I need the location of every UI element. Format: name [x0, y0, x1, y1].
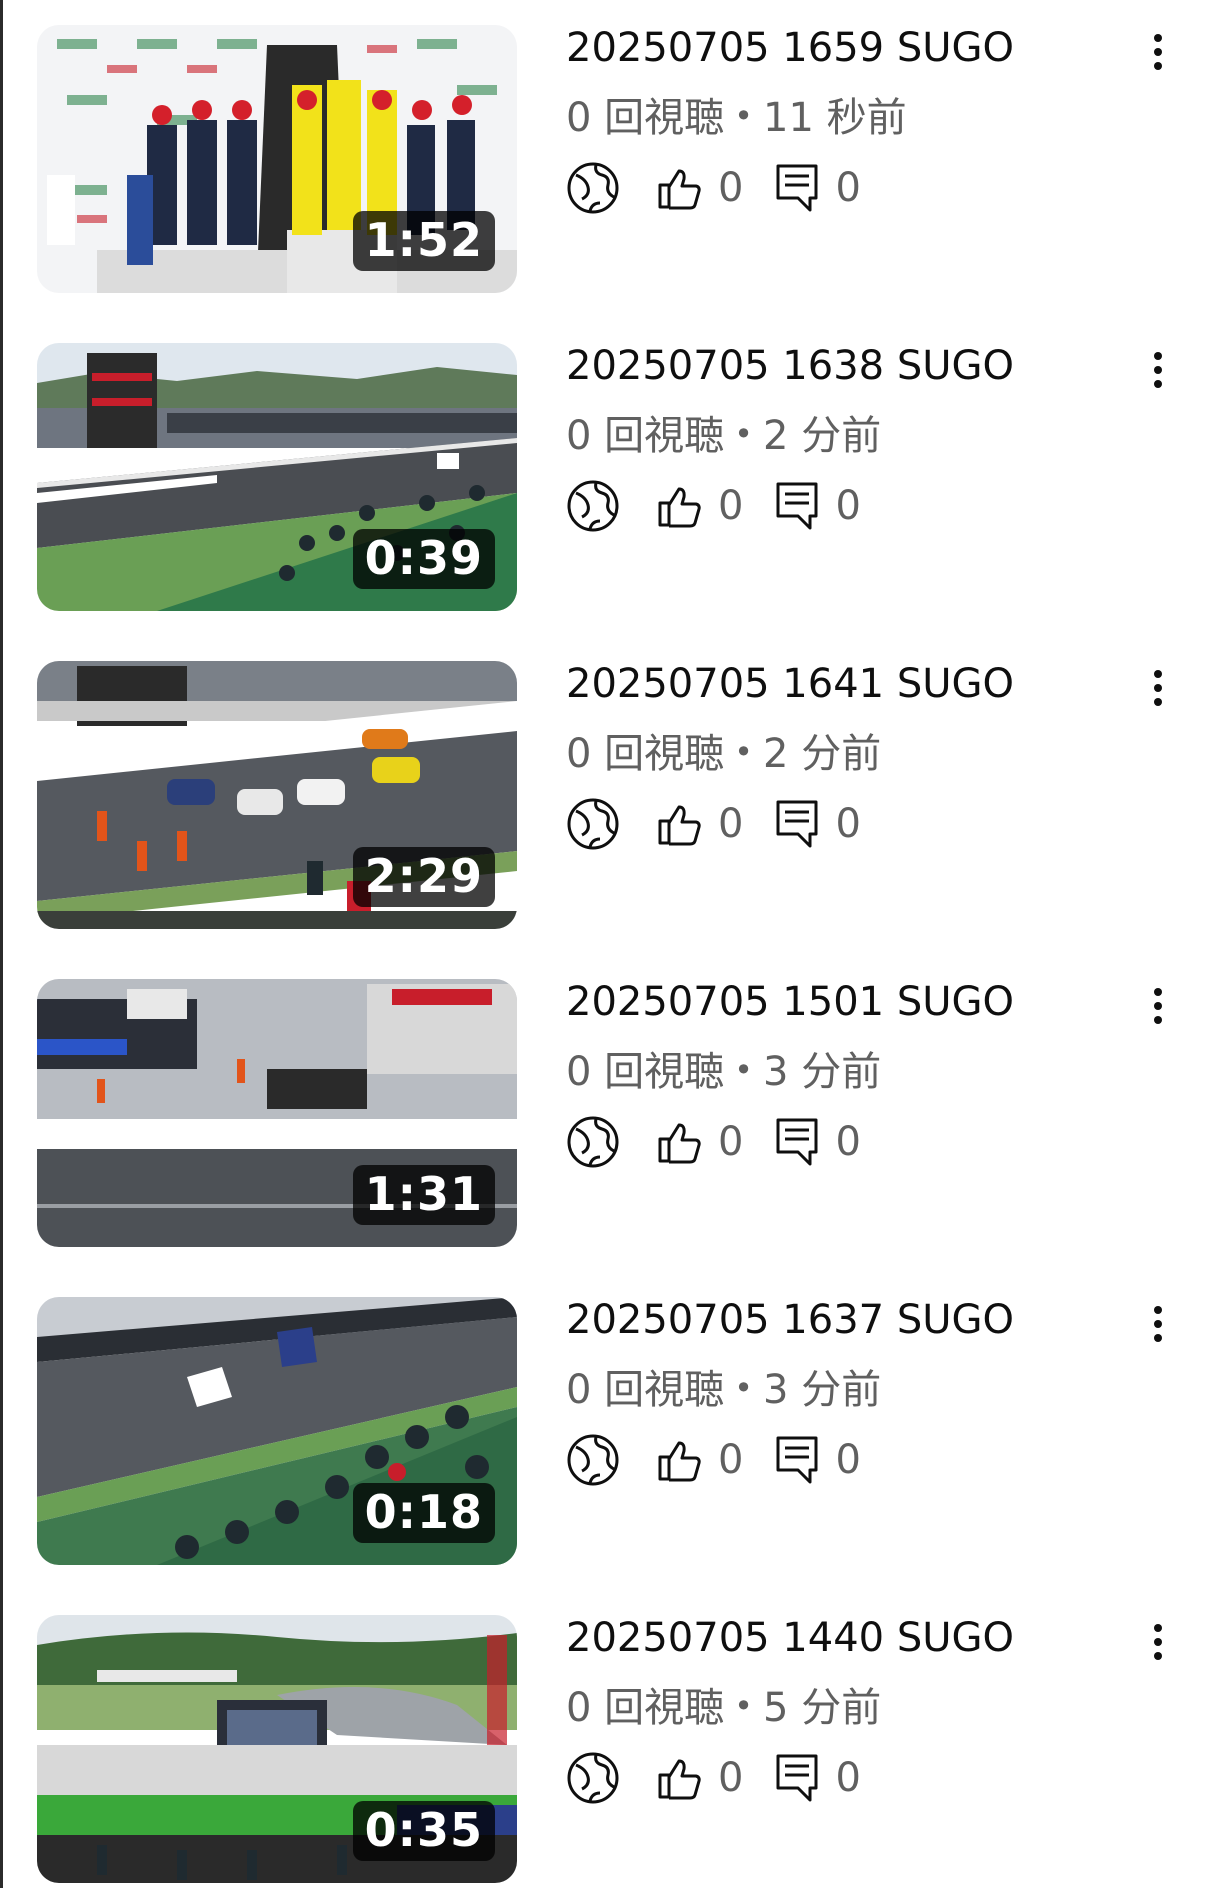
globe-icon: [566, 1115, 620, 1169]
video-title[interactable]: 20250705 1641 SUGO: [566, 658, 1014, 710]
comment-count: 0: [835, 1755, 861, 1801]
video-meta: 0 回視聴 • 3 分前: [566, 1044, 881, 1098]
video-duration: 0:18: [352, 1483, 495, 1543]
view-count: 0 回視聴: [566, 413, 725, 459]
video-stats: 0 0: [566, 1750, 893, 1806]
video-title[interactable]: 20250705 1501 SUGO: [566, 976, 1014, 1028]
globe-icon: [566, 479, 620, 533]
video-stats: 0 0: [566, 796, 893, 852]
video-stats: 0 0: [566, 1114, 893, 1170]
video-title[interactable]: 20250705 1638 SUGO: [566, 340, 1014, 392]
comment-count: 0: [835, 483, 861, 529]
upload-age: 3 分前: [763, 1367, 882, 1413]
video-meta: 0 回視聴 • 5 分前: [566, 1680, 881, 1734]
video-title[interactable]: 20250705 1659 SUGO: [566, 22, 1014, 74]
more-vert-icon[interactable]: [1140, 28, 1176, 76]
video-thumbnail[interactable]: 0:39: [37, 343, 517, 611]
more-vert-icon[interactable]: [1140, 982, 1176, 1030]
video-row[interactable]: 0:35 20250705 1440 SUGO 0 回視聴 • 5 分前 0 0: [0, 1590, 1206, 1883]
like-count: 0: [718, 801, 744, 847]
like-count: 0: [718, 1437, 744, 1483]
view-count: 0 回視聴: [566, 1685, 725, 1731]
globe-icon: [566, 1433, 620, 1487]
view-count: 0 回視聴: [566, 1367, 725, 1413]
video-stats: 0 0: [566, 160, 893, 216]
upload-age: 3 分前: [763, 1049, 882, 1095]
video-meta: 0 回視聴 • 2 分前: [566, 408, 881, 462]
comment-icon[interactable]: [775, 1117, 819, 1167]
more-vert-icon[interactable]: [1140, 1618, 1176, 1666]
thumbs-up-icon[interactable]: [656, 165, 702, 211]
view-count: 0 回視聴: [566, 95, 725, 141]
meta-separator: •: [734, 415, 754, 453]
thumbs-up-icon[interactable]: [656, 801, 702, 847]
video-stats: 0 0: [566, 1432, 893, 1488]
video-thumbnail[interactable]: 2:29: [37, 661, 517, 929]
video-thumbnail[interactable]: 0:35: [37, 1615, 517, 1883]
more-vert-icon[interactable]: [1140, 664, 1176, 712]
view-count: 0 回視聴: [566, 731, 725, 777]
globe-icon: [566, 797, 620, 851]
comment-count: 0: [835, 1119, 861, 1165]
video-thumbnail[interactable]: 0:18: [37, 1297, 517, 1565]
video-row[interactable]: 0:39 20250705 1638 SUGO 0 回視聴 • 2 分前 0 0: [0, 318, 1206, 611]
globe-icon: [566, 161, 620, 215]
video-meta: 0 回視聴 • 2 分前: [566, 726, 881, 780]
comment-count: 0: [835, 165, 861, 211]
thumbs-up-icon[interactable]: [656, 1437, 702, 1483]
like-count: 0: [718, 1755, 744, 1801]
video-row[interactable]: 1:31 20250705 1501 SUGO 0 回視聴 • 3 分前 0 0: [0, 954, 1206, 1247]
comment-count: 0: [835, 801, 861, 847]
video-row[interactable]: 2:29 20250705 1641 SUGO 0 回視聴 • 2 分前 0 0: [0, 636, 1206, 929]
video-row[interactable]: 0:18 20250705 1637 SUGO 0 回視聴 • 3 分前 0 0: [0, 1272, 1206, 1565]
more-vert-icon[interactable]: [1140, 346, 1176, 394]
thumbs-up-icon[interactable]: [656, 1119, 702, 1165]
thumbs-up-icon[interactable]: [656, 1755, 702, 1801]
comment-icon[interactable]: [775, 481, 819, 531]
like-count: 0: [718, 1119, 744, 1165]
meta-separator: •: [734, 1687, 754, 1725]
upload-age: 2 分前: [763, 413, 882, 459]
meta-separator: •: [734, 1051, 754, 1089]
upload-age: 5 分前: [763, 1685, 882, 1731]
comment-icon[interactable]: [775, 1435, 819, 1485]
upload-age: 11 秒前: [763, 95, 907, 141]
like-count: 0: [718, 165, 744, 211]
meta-separator: •: [734, 1369, 754, 1407]
video-meta: 0 回視聴 • 11 秒前: [566, 90, 907, 144]
video-thumbnail[interactable]: 1:31: [37, 979, 517, 1247]
video-duration: 0:39: [352, 529, 495, 589]
meta-separator: •: [734, 733, 754, 771]
video-meta: 0 回視聴 • 3 分前: [566, 1362, 881, 1416]
video-title[interactable]: 20250705 1637 SUGO: [566, 1294, 1014, 1346]
view-count: 0 回視聴: [566, 1049, 725, 1095]
comment-icon[interactable]: [775, 1753, 819, 1803]
more-vert-icon[interactable]: [1140, 1300, 1176, 1348]
video-title[interactable]: 20250705 1440 SUGO: [566, 1612, 1014, 1664]
like-count: 0: [718, 483, 744, 529]
comment-count: 0: [835, 1437, 861, 1483]
video-duration: 1:31: [352, 1165, 495, 1225]
globe-icon: [566, 1751, 620, 1805]
video-row[interactable]: 1:52 20250705 1659 SUGO 0 回視聴 • 11 秒前 0 0: [0, 0, 1206, 293]
video-stats: 0 0: [566, 478, 893, 534]
comment-icon[interactable]: [775, 163, 819, 213]
video-duration: 2:29: [352, 847, 495, 907]
video-duration: 0:35: [352, 1801, 495, 1861]
thumbs-up-icon[interactable]: [656, 483, 702, 529]
upload-age: 2 分前: [763, 731, 882, 777]
meta-separator: •: [734, 97, 754, 135]
video-duration: 1:52: [352, 211, 495, 271]
video-thumbnail[interactable]: 1:52: [37, 25, 517, 293]
comment-icon[interactable]: [775, 799, 819, 849]
